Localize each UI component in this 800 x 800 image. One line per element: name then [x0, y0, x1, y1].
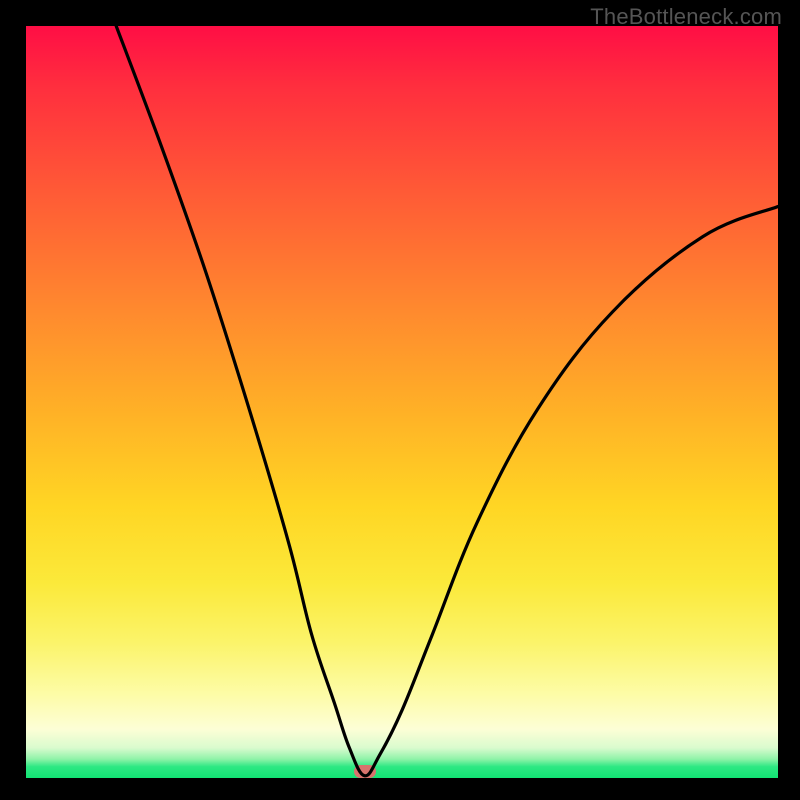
curve-path: [116, 26, 778, 776]
plot-area: [26, 26, 778, 778]
bottleneck-curve: [26, 26, 778, 778]
chart-frame: TheBottleneck.com: [0, 0, 800, 800]
